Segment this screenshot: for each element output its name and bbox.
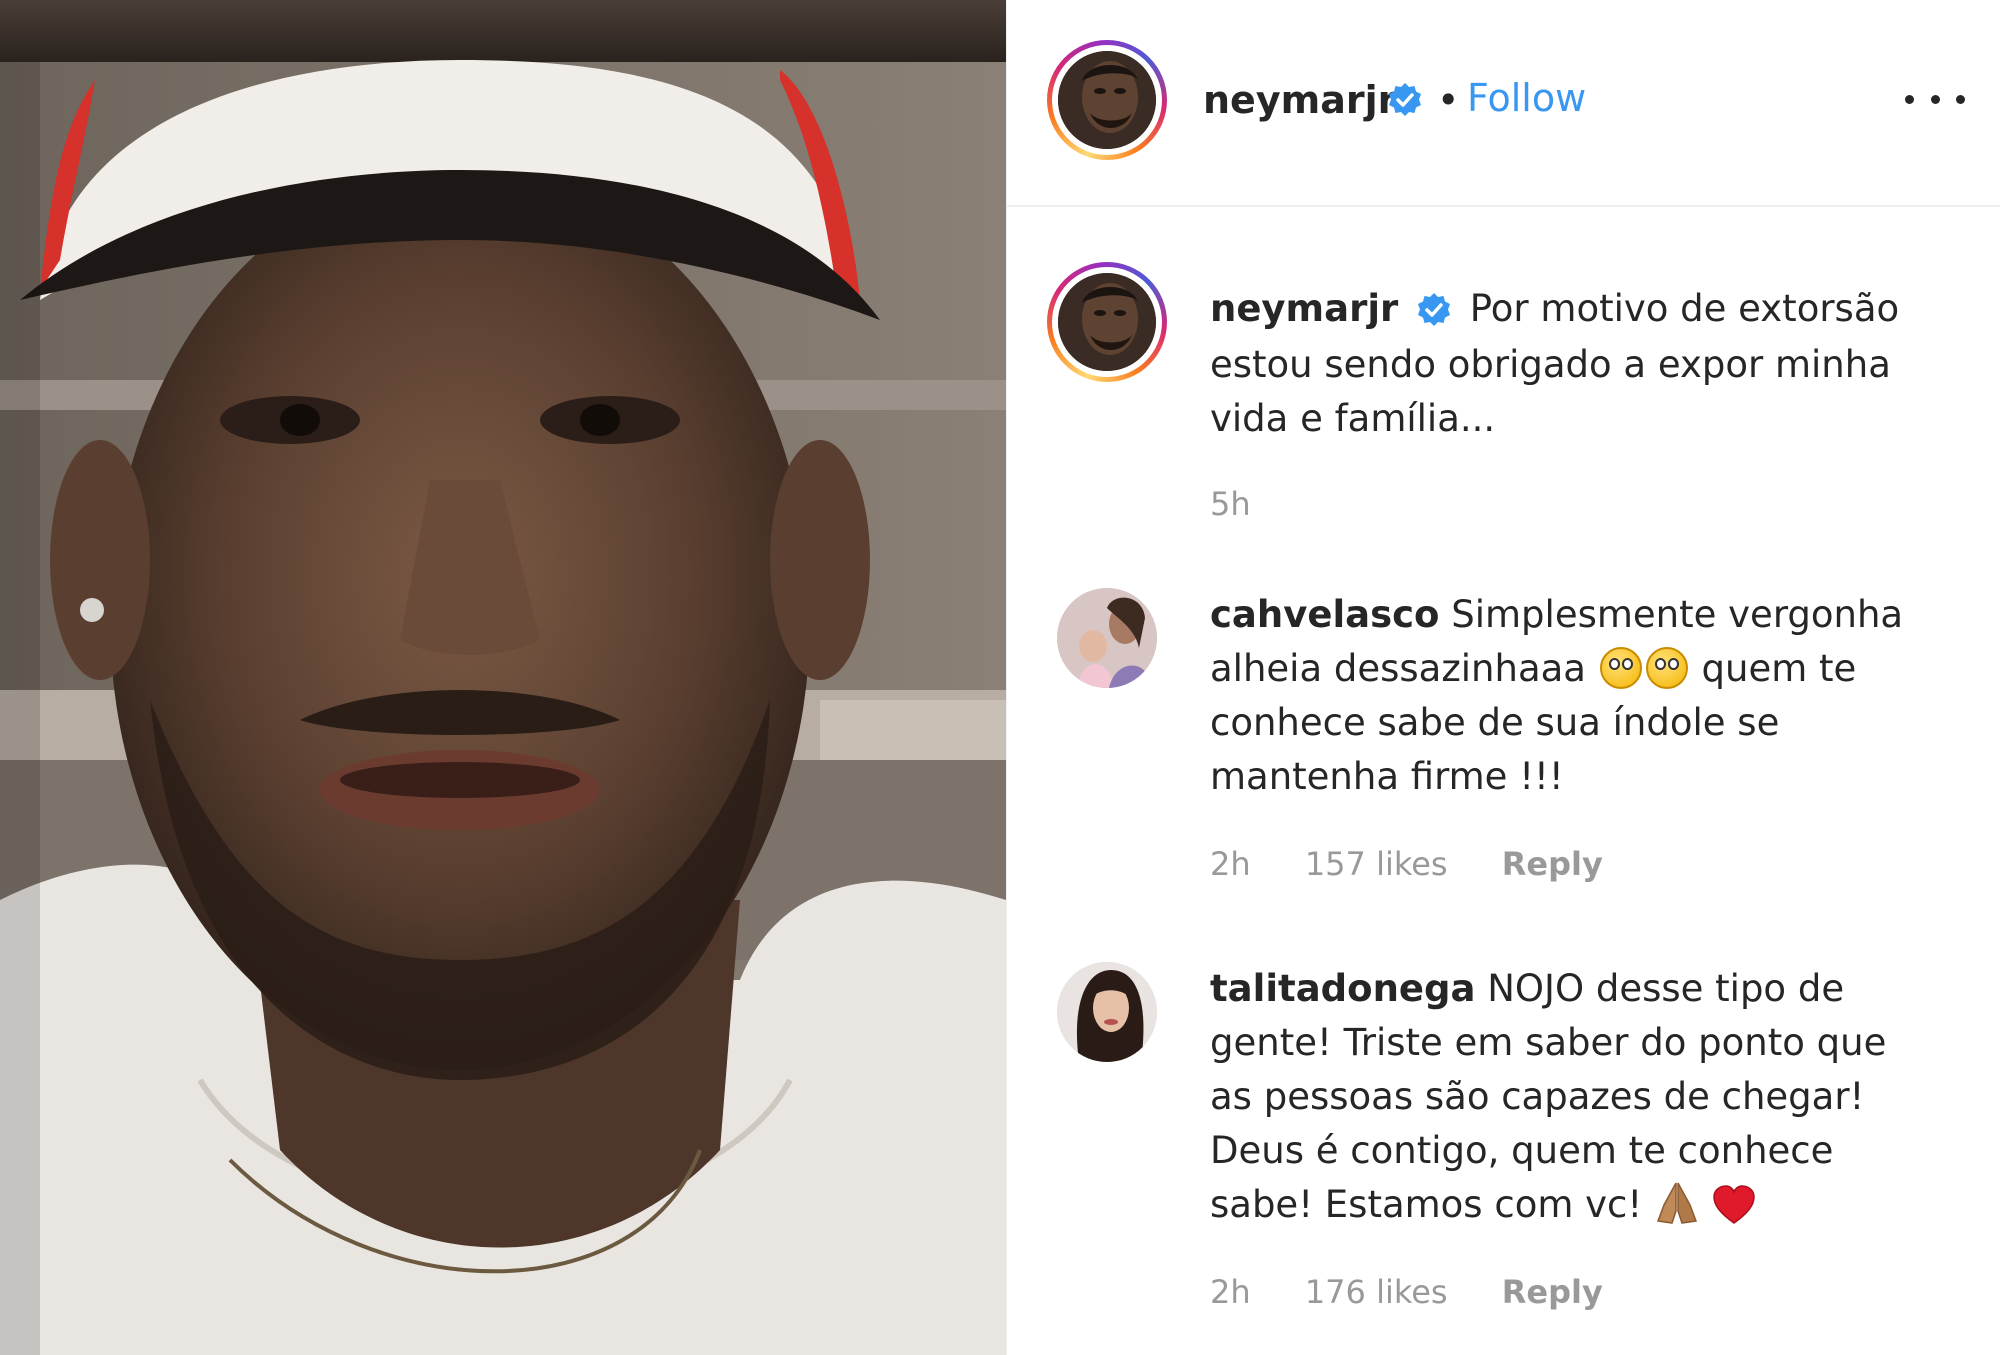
caption-text-block: neymarjr Por motivo de extorsão estou se… [1210, 282, 1930, 446]
reply-button[interactable]: Reply [1502, 845, 1603, 883]
comment-text-block: talitadonega NOJO desse tipo de gente! T… [1210, 962, 1930, 1240]
reply-button[interactable]: Reply [1502, 1273, 1603, 1311]
commenter-avatar-cahvelasco[interactable] [1057, 588, 1157, 688]
comment-meta: 2h 176 likes Reply [1210, 1272, 1647, 1312]
folded-hands-emoji-icon [1654, 1181, 1700, 1240]
eye-roll-emoji-icon [1645, 647, 1688, 689]
comment-meta: 2h 157 likes Reply [1210, 844, 1647, 884]
comment-likes-count[interactable]: 176 likes [1305, 1273, 1448, 1311]
comment-timestamp[interactable]: 2h [1210, 845, 1251, 883]
eye-roll-emoji-icon [1599, 647, 1642, 689]
caption-author-avatar[interactable] [1047, 262, 1167, 382]
post-side-panel: neymarjr • Follow neymarjr Por motivo de… [1006, 0, 2000, 1355]
verified-badge-icon [1387, 82, 1423, 122]
comment-username[interactable]: cahvelasco [1210, 593, 1439, 636]
caption-username[interactable]: neymarjr [1210, 287, 1398, 330]
comment-timestamp[interactable]: 2h [1210, 1273, 1251, 1311]
video-frame-image [0, 0, 1006, 1355]
more-options-icon[interactable] [1905, 84, 1965, 114]
author-profile-photo [1058, 51, 1156, 149]
caption-author-photo [1058, 273, 1156, 371]
author-username-link[interactable]: neymarjr [1203, 76, 1396, 124]
separator-dot: • [1437, 78, 1460, 122]
post-media-video[interactable] [0, 0, 1006, 1355]
red-heart-emoji-icon [1712, 1185, 1756, 1240]
caption-timestamp[interactable]: 5h [1210, 485, 1251, 523]
caption-verified-badge-icon [1416, 282, 1452, 336]
comment-username[interactable]: talitadonega [1210, 967, 1475, 1010]
follow-button[interactable]: Follow [1467, 74, 1586, 122]
caption-meta: 5h [1210, 484, 1295, 524]
comment-text-block: cahvelasco Simplesmente vergonha alheia … [1210, 588, 1930, 804]
comment-likes-count[interactable]: 157 likes [1305, 845, 1448, 883]
commenter-avatar-talitadonega[interactable] [1057, 962, 1157, 1062]
author-avatar[interactable] [1047, 40, 1167, 160]
post-header: neymarjr • Follow [1007, 0, 2000, 207]
